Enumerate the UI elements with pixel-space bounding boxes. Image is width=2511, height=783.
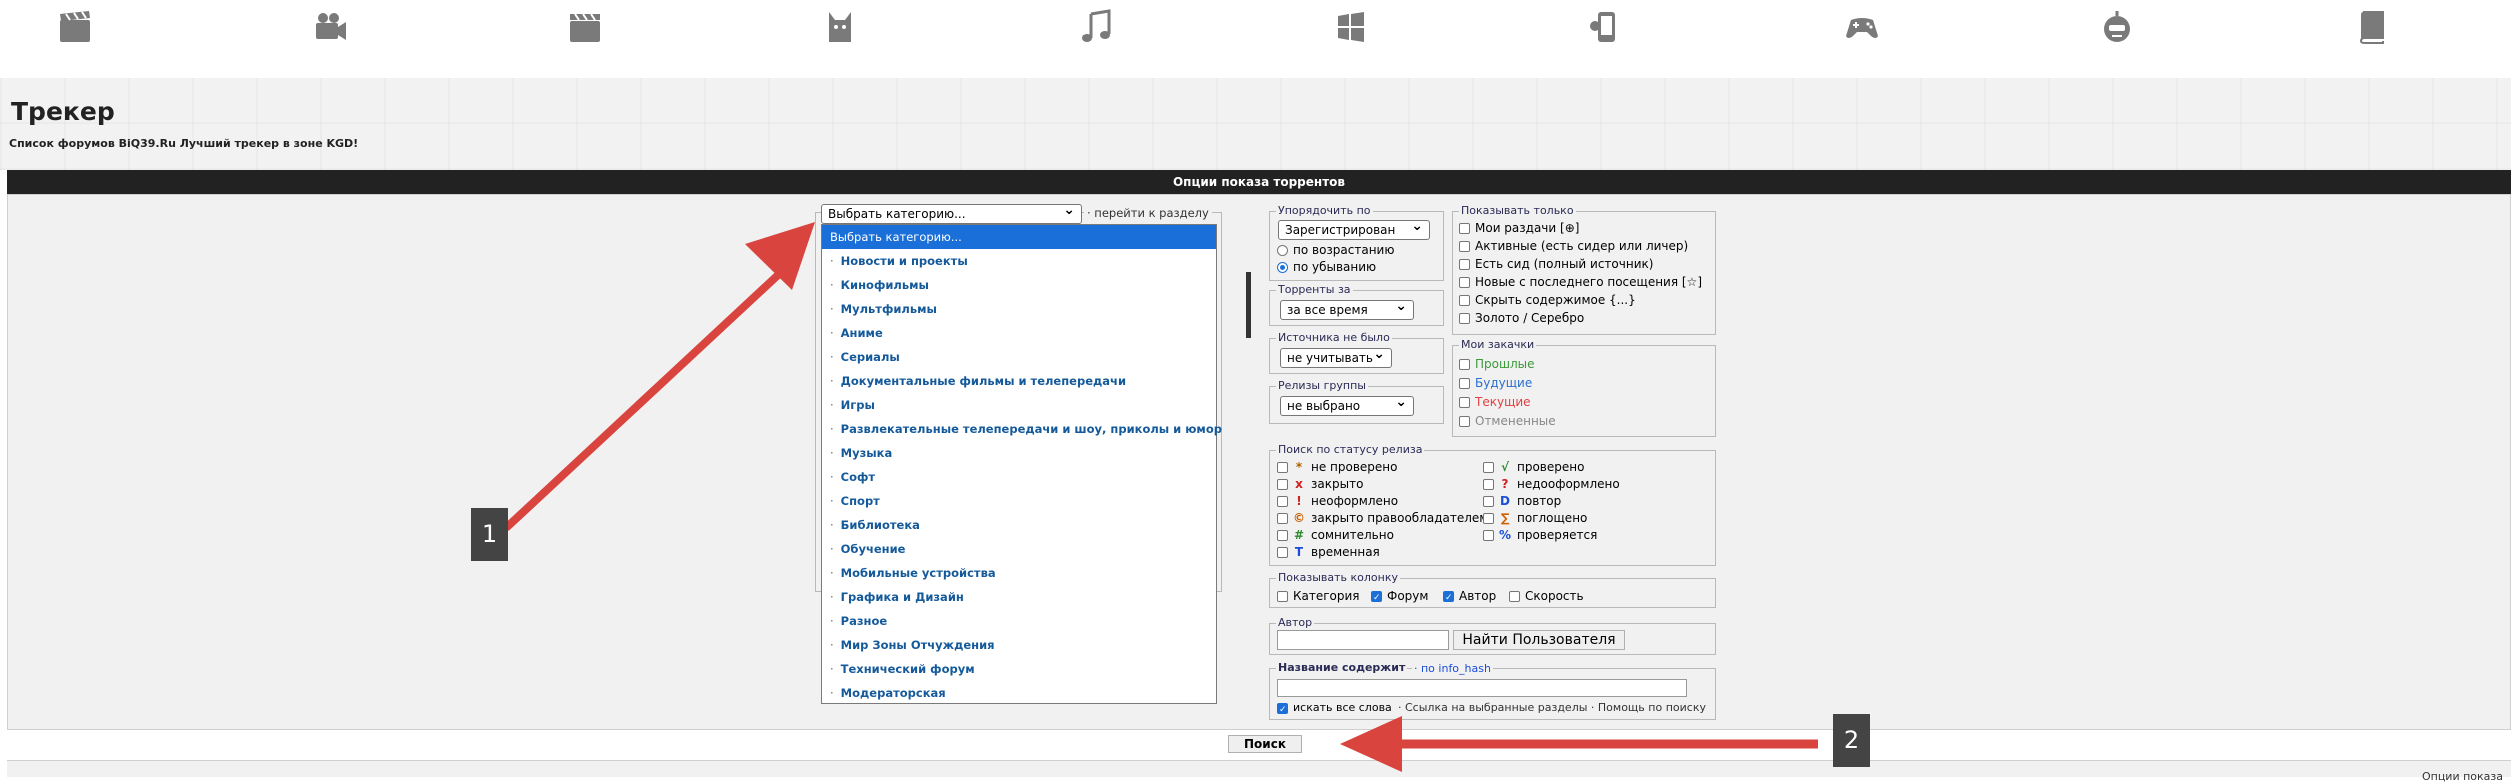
status-label: закрыто правообладателем xyxy=(1311,511,1489,525)
status-filter-item[interactable]: ∑ поглощено xyxy=(1483,510,1587,526)
status-label: недооформлено xyxy=(1517,477,1620,491)
status-label: проверено xyxy=(1517,460,1585,474)
status-filter-item[interactable]: x закрыто xyxy=(1277,476,1363,492)
status-filter-item[interactable]: % проверяется xyxy=(1483,527,1597,543)
status-mark-icon: % xyxy=(1499,528,1512,542)
status-label: закрыто xyxy=(1311,477,1364,491)
status-filter-item[interactable]: √ проверено xyxy=(1483,459,1584,475)
status-filter-item[interactable]: # сомнительно xyxy=(1277,527,1394,543)
status-mark-icon: √ xyxy=(1500,460,1509,474)
status-filter-item[interactable]: ! неоформлено xyxy=(1277,493,1398,509)
checkbox-icon[interactable] xyxy=(1277,461,1288,473)
checkbox-icon[interactable] xyxy=(1483,529,1494,541)
annotation-arrowhead-1 xyxy=(745,222,815,290)
annotation-arrowhead-2 xyxy=(1340,716,1402,772)
status-mark-icon: © xyxy=(1293,511,1305,525)
status-label: проверяется xyxy=(1517,528,1598,542)
annotation-badge-2: 2 xyxy=(1833,714,1870,767)
annotation-overlay xyxy=(503,222,1818,772)
status-label: временная xyxy=(1311,545,1380,559)
status-label: повтор xyxy=(1517,494,1562,508)
checkbox-icon[interactable] xyxy=(1277,546,1288,558)
status-filter-item[interactable]: © закрыто правообладателем xyxy=(1277,510,1488,526)
checkbox-icon[interactable] xyxy=(1483,478,1494,490)
status-mark-icon: x xyxy=(1295,477,1303,491)
status-mark-icon: ? xyxy=(1501,477,1509,491)
checkbox-icon[interactable] xyxy=(1483,461,1494,473)
status-filter-item[interactable]: Tвременная xyxy=(1277,544,1380,560)
status-mark-icon: ! xyxy=(1296,494,1302,508)
status-label: поглощено xyxy=(1517,511,1588,525)
status-mark-icon: ∑ xyxy=(1500,511,1510,525)
status-mark-icon: T xyxy=(1294,545,1304,559)
checkbox-icon[interactable] xyxy=(1277,529,1288,541)
status-mark-icon: D xyxy=(1500,494,1510,508)
checkbox-icon[interactable] xyxy=(1277,495,1288,507)
status-filter-item[interactable]: * не проверено xyxy=(1277,459,1398,475)
status-label: сомнительно xyxy=(1311,528,1394,542)
status-mark-icon: # xyxy=(1293,528,1305,542)
status-label: не проверено xyxy=(1311,460,1398,474)
status-mark-icon: * xyxy=(1295,460,1303,474)
annotation-badge-1: 1 xyxy=(471,508,508,561)
checkbox-icon[interactable] xyxy=(1277,512,1288,524)
checkbox-icon[interactable] xyxy=(1483,495,1494,507)
status-filter-item[interactable]: ? недооформлено xyxy=(1483,476,1620,492)
status-filter-item[interactable]: Dповтор xyxy=(1483,493,1561,509)
checkbox-icon[interactable] xyxy=(1483,512,1494,524)
annotation-arrow-1 xyxy=(503,259,795,531)
status-label: неоформлено xyxy=(1311,494,1399,508)
checkbox-icon[interactable] xyxy=(1277,478,1288,490)
